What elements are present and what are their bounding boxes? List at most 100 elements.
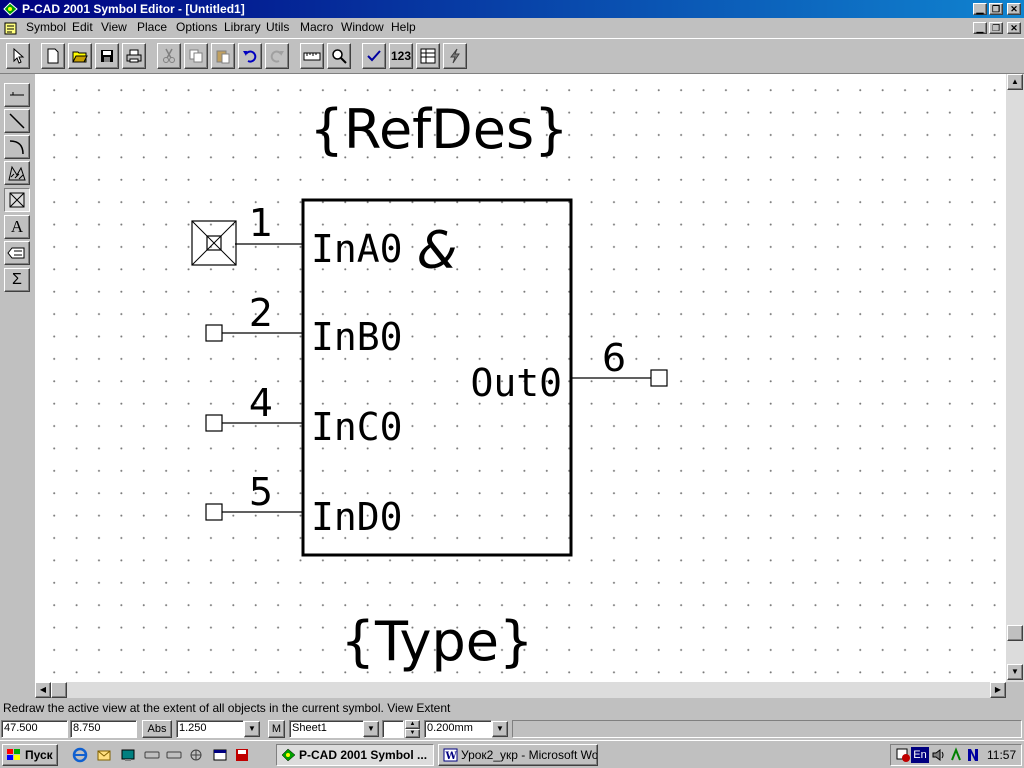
menu-window[interactable]: Window [341, 20, 384, 34]
grid-dropdown-button[interactable]: ▼ [244, 721, 260, 737]
menu-view[interactable]: View [101, 20, 127, 34]
network-tray-icon[interactable] [949, 747, 965, 763]
title-bar: P-CAD 2001 Symbol Editor - [Untitled1] ▁… [0, 0, 1024, 18]
new-button[interactable] [41, 43, 65, 69]
print-button[interactable] [122, 43, 146, 69]
y-coordinate-field[interactable]: 8.750 [70, 720, 137, 738]
line-width-dropdown-button[interactable]: ▼ [492, 721, 508, 737]
scroll-left-button[interactable]: ◀ [35, 682, 51, 698]
place-arc-button[interactable] [4, 135, 30, 159]
pin-5-name[interactable]: InD0 [311, 495, 403, 539]
menu-place[interactable]: Place [137, 20, 167, 34]
pin-2-number[interactable]: 2 [249, 291, 273, 335]
redo-button[interactable] [265, 43, 289, 69]
pin-6-hotspot[interactable] [650, 369, 668, 387]
menu-utils[interactable]: Utils [266, 20, 289, 34]
doc-minimize-button[interactable]: ▁ [973, 22, 987, 34]
renumber-button[interactable]: 123 [389, 43, 413, 69]
antivirus-icon[interactable] [965, 747, 981, 763]
copy-button[interactable] [184, 43, 208, 69]
grid-select[interactable]: 1.250 [176, 720, 244, 738]
pin-table-button[interactable] [416, 43, 440, 69]
internet-explorer-icon[interactable] [72, 747, 88, 763]
doc-restore-button[interactable]: ❐ [989, 22, 1003, 34]
pin-2-name[interactable]: InB0 [311, 315, 403, 359]
ruler-icon [303, 52, 321, 61]
place-text-button[interactable]: A [4, 215, 30, 239]
menu-edit[interactable]: Edit [72, 20, 93, 34]
pin-1-name[interactable]: InA0 [311, 227, 403, 271]
tray-app-icon[interactable] [895, 747, 911, 763]
line-width-select[interactable]: 0.200mm [424, 720, 492, 738]
refdes-label[interactable]: {RefDes} [310, 98, 569, 161]
place-line-button[interactable] [4, 109, 30, 133]
outlook-express-icon[interactable] [96, 747, 112, 763]
gate-symbol[interactable]: & [417, 221, 458, 281]
place-polygon-button[interactable] [4, 161, 30, 185]
doc-close-button[interactable]: ✕ [1007, 22, 1021, 34]
taskbar-word-button[interactable]: W Урок2_укр - Microsoft Word [438, 744, 598, 766]
pin-5-number[interactable]: 5 [249, 470, 273, 514]
place-ref-point-button[interactable] [4, 188, 30, 212]
pin-4-hotspot[interactable] [205, 414, 223, 432]
vertical-scroll-thumb[interactable] [1007, 625, 1023, 641]
menu-help[interactable]: Help [391, 20, 416, 34]
menu-library[interactable]: Library [224, 20, 261, 34]
close-button[interactable]: ✕ [1007, 3, 1021, 15]
select-tool-button[interactable] [6, 43, 30, 69]
cut-button[interactable] [157, 43, 181, 69]
zoom-button[interactable] [327, 43, 351, 69]
x-coordinate-field[interactable]: 47.500 [1, 720, 68, 738]
menu-macro[interactable]: Macro [300, 20, 333, 34]
pcad-app-icon[interactable] [3, 2, 18, 16]
scroll-down-button[interactable]: ▼ [1007, 664, 1023, 680]
flash-button[interactable] [443, 43, 467, 69]
spin-up-button[interactable]: ▲ [405, 720, 420, 729]
place-field-button[interactable]: Σ [4, 268, 30, 292]
language-indicator[interactable]: En [911, 747, 929, 763]
floppy-icon[interactable] [234, 747, 250, 763]
drive-icon[interactable] [144, 749, 160, 761]
m-toggle-button[interactable]: M [268, 720, 285, 738]
horizontal-scrollbar[interactable]: ◀ ▶ [35, 682, 1006, 698]
paste-button[interactable] [211, 43, 235, 69]
pin-4-name[interactable]: InC0 [311, 405, 403, 449]
pin-5-hotspot[interactable] [205, 503, 223, 521]
spin-down-button[interactable]: ▼ [405, 729, 420, 738]
scroll-right-button[interactable]: ▶ [990, 682, 1006, 698]
pin-6-name[interactable]: Out0 [470, 361, 562, 405]
validate-button[interactable] [362, 43, 386, 69]
sheet-select[interactable]: Sheet1 [289, 720, 364, 738]
layer-color-box[interactable] [382, 720, 404, 738]
type-label[interactable]: {Type} [341, 610, 534, 673]
menu-options[interactable]: Options [176, 20, 217, 34]
program-icon[interactable] [212, 747, 228, 763]
place-pin-button[interactable] [4, 83, 30, 107]
open-button[interactable] [68, 43, 92, 69]
sheet-dropdown-button[interactable]: ▼ [363, 721, 379, 737]
maximize-button[interactable]: ❐ [989, 3, 1003, 15]
drawing-canvas[interactable]: {RefDes} {Type} & 1 InA0 2 InB0 4 InC0 5… [35, 74, 1006, 682]
vertical-scrollbar[interactable]: ▲ ▼ [1006, 74, 1024, 682]
taskbar-pcad-button[interactable]: P-CAD 2001 Symbol ... [276, 744, 434, 766]
horizontal-scroll-thumb[interactable] [51, 682, 67, 698]
abs-toggle-button[interactable]: Abs [142, 720, 172, 738]
pin-1-number[interactable]: 1 [249, 201, 273, 245]
save-button[interactable] [95, 43, 119, 69]
printer-icon [126, 49, 142, 63]
document-icon[interactable] [3, 20, 19, 36]
network-icon[interactable] [188, 747, 204, 763]
desktop-icon[interactable] [120, 747, 136, 763]
minimize-button[interactable]: ▁ [973, 3, 987, 15]
menu-symbol[interactable]: Symbol [26, 20, 66, 34]
pin-4-number[interactable]: 4 [249, 381, 273, 425]
place-attribute-button[interactable] [4, 241, 30, 265]
scroll-up-button[interactable]: ▲ [1007, 74, 1023, 90]
undo-button[interactable] [238, 43, 262, 69]
measure-button[interactable] [300, 43, 324, 69]
pin-2-hotspot[interactable] [205, 324, 223, 342]
drive-2-icon[interactable] [166, 749, 182, 761]
start-button[interactable]: Пуск [2, 744, 58, 766]
pin-6-number[interactable]: 6 [602, 336, 626, 380]
volume-icon[interactable] [931, 747, 947, 763]
